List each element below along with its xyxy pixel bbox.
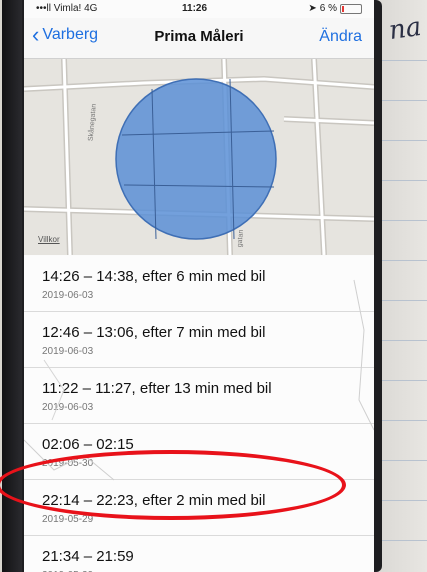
visit-time: 11:22 – 11:27, efter 13 min med bil — [42, 380, 272, 397]
list-item[interactable]: 12:46 – 13:06, efter 7 min med bil 2019-… — [24, 312, 374, 368]
visit-list: 14:26 – 14:38, efter 6 min med bil 2019-… — [24, 256, 374, 572]
location-arrow-icon: ➤ — [308, 3, 317, 14]
visit-date: 2019-06-03 — [42, 402, 94, 413]
battery-icon — [340, 3, 362, 14]
map-graphic — [24, 59, 374, 255]
carrier-label: •••ll Vimla! 4G — [36, 3, 98, 14]
edit-button[interactable]: Ändra — [319, 28, 362, 46]
visit-time: 12:46 – 13:06, efter 7 min med bil — [42, 324, 266, 341]
geofence-circle — [115, 78, 277, 240]
visit-time: 21:34 – 21:59 — [42, 548, 134, 565]
navigation-bar: ‹ Varberg Prima Måleri Ändra — [24, 18, 374, 59]
handwriting: na — [386, 11, 423, 47]
status-bar: •••ll Vimla! 4G 11:26 ➤ 6 % — [24, 0, 374, 18]
battery-percent: 6 % — [319, 3, 337, 14]
visit-date: 2019-06-03 — [42, 346, 94, 357]
battery-status: ➤ 6 % — [308, 3, 362, 14]
highlight-annotation — [0, 450, 346, 520]
map-road — [312, 59, 326, 255]
visit-date: 2019-06-03 — [42, 290, 94, 301]
clock: 11:26 — [182, 3, 208, 14]
visit-time: 14:26 – 14:38, efter 6 min med bil — [42, 268, 266, 285]
list-item[interactable]: 21:34 – 21:59 2019-05-29 — [24, 536, 374, 572]
visit-time: 02:06 – 02:15 — [42, 436, 134, 453]
location-map[interactable]: Skånegatan gatan Villkor — [24, 59, 374, 255]
list-item[interactable]: 14:26 – 14:38, efter 6 min med bil 2019-… — [24, 256, 374, 312]
map-legal-link[interactable]: Villkor — [38, 235, 60, 244]
list-item[interactable]: 11:22 – 11:27, efter 13 min med bil 2019… — [24, 368, 374, 424]
